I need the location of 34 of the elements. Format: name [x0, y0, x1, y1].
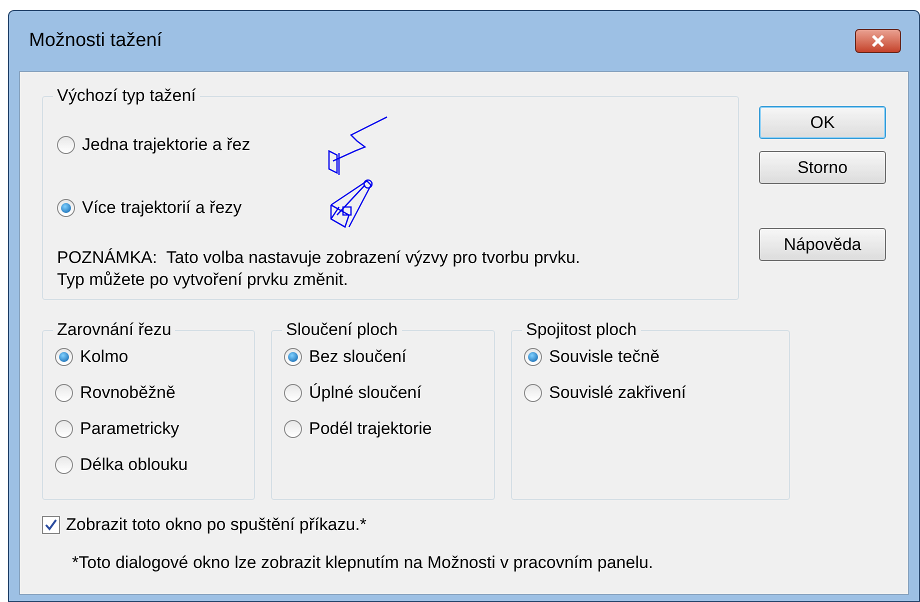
radio-label: Více trajektorií a řezy [82, 197, 242, 220]
dialog-button[interactable]: Nápověda [759, 228, 886, 261]
radio-button[interactable] [55, 456, 73, 474]
radio-label: Délka oblouku [80, 454, 188, 476]
note-text: POZNÁMKA: Tato volba nastavuje zobrazení výzvy pro tvorbu prvku. [57, 247, 582, 269]
dialog-button[interactable]: Storno [759, 151, 886, 184]
radio-button[interactable] [57, 136, 75, 154]
radio-label: Parametricky [80, 418, 180, 440]
radio-button[interactable] [55, 420, 73, 438]
radio-label: Souvisle tečně [549, 346, 660, 368]
radio-button[interactable] [284, 420, 302, 438]
radio-label: Bez sloučení [309, 346, 406, 368]
close-icon [871, 35, 885, 47]
radio-button[interactable] [284, 384, 302, 402]
checkbox-label: Zobrazit toto okno po spuštění příkazu.* [66, 514, 367, 536]
radio-label: Souvislé zakřivení [549, 382, 686, 404]
radio-button[interactable] [524, 348, 542, 366]
radio-label: Úplné sloučení [309, 382, 422, 404]
radio-label: Rovnoběžně [80, 382, 176, 404]
footnote-text: *Toto dialogové okno lze zobrazit klepnutím na Možnosti v pracovním panelu. [72, 552, 654, 574]
radio-label: Jedna trajektorie a řez [82, 134, 250, 156]
note-text: Typ můžete po vytvoření prvku změnit. [57, 269, 350, 291]
radio-button[interactable] [55, 348, 73, 366]
window-title: Možnosti tažení [29, 28, 162, 53]
check-icon [45, 518, 57, 531]
radio-button[interactable] [57, 199, 75, 217]
dialog-button[interactable]: OK [759, 106, 886, 139]
radio-button[interactable] [55, 384, 73, 402]
close-button[interactable] [855, 29, 901, 53]
radio-label: Kolmo [80, 346, 128, 368]
radio-button[interactable] [284, 348, 302, 366]
radio-button[interactable] [524, 384, 542, 402]
checkbox[interactable] [42, 516, 60, 534]
radio-label: Podél trajektorie [309, 418, 432, 440]
